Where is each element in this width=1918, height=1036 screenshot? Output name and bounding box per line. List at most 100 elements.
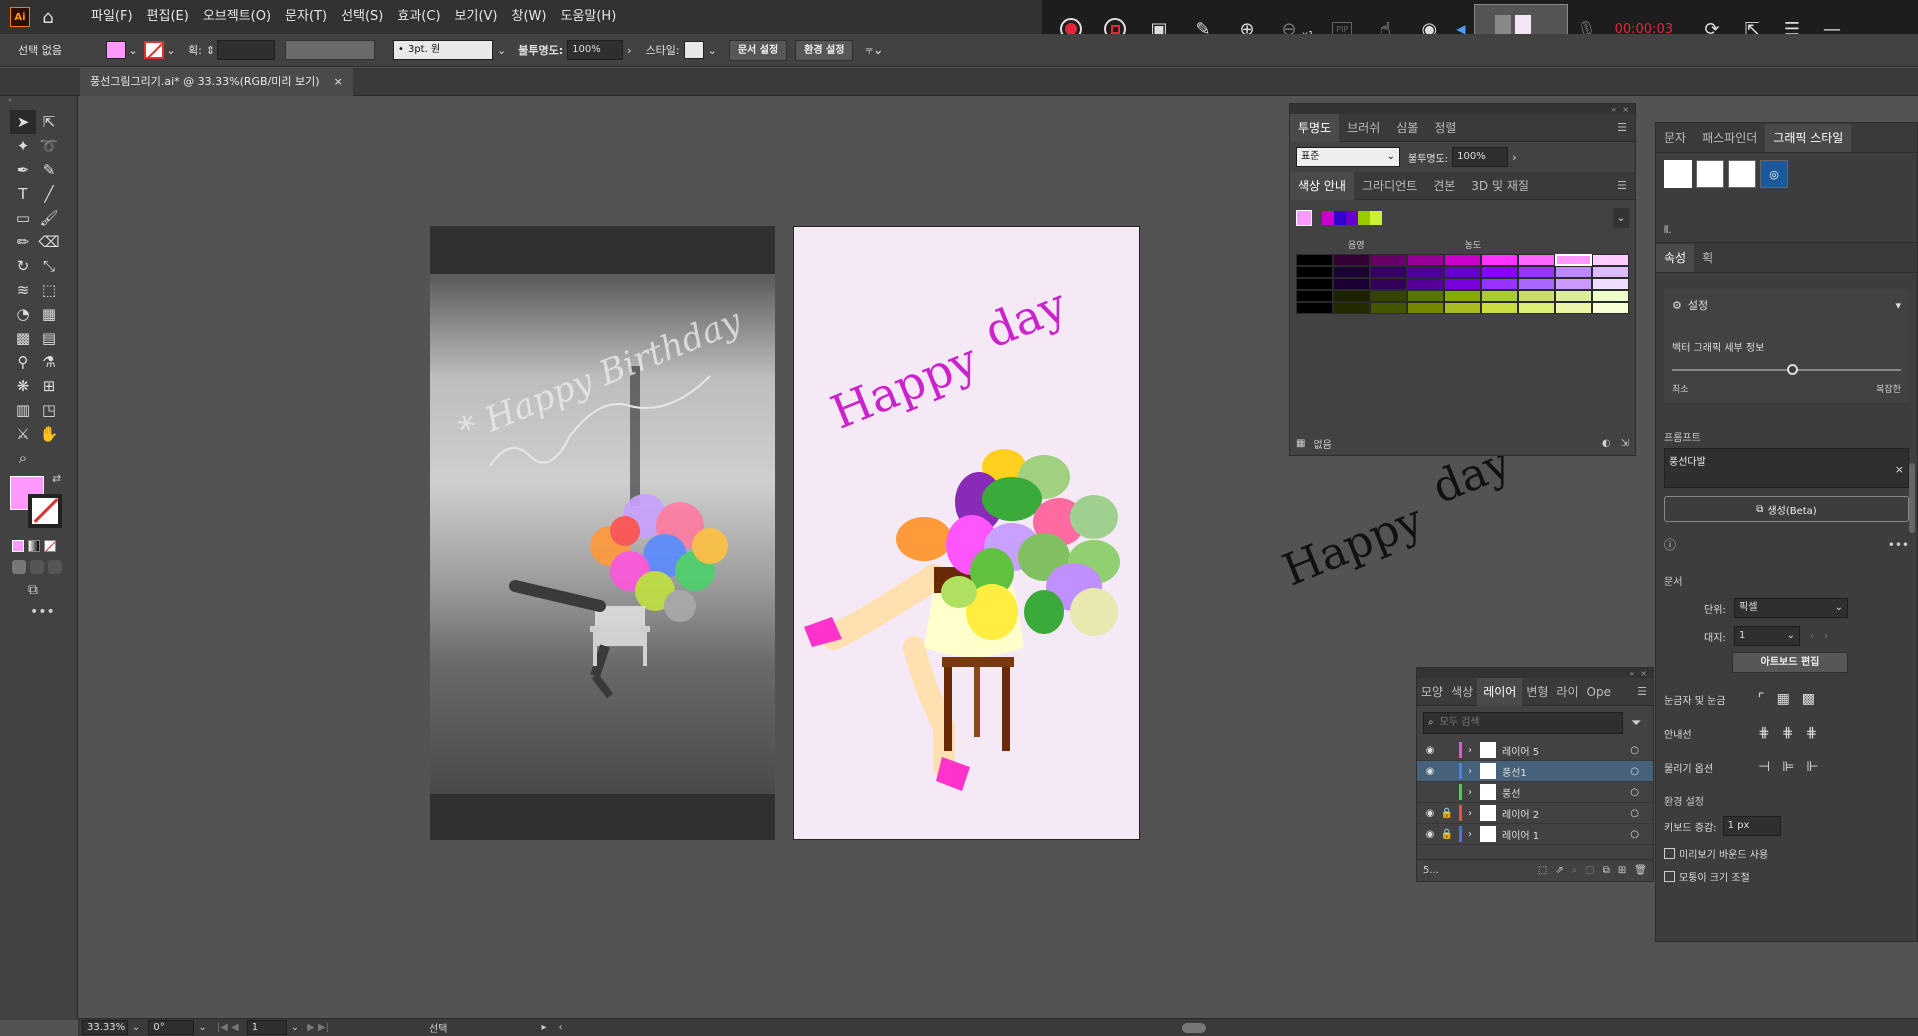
color-swatch[interactable] [1296,278,1333,290]
tab-layers[interactable]: 레이어 [1477,677,1523,706]
tab-transform[interactable]: 변형 [1522,678,1552,706]
smart-guides-icon[interactable]: ⋕ [1782,725,1794,741]
type-tool-icon[interactable]: T [10,182,36,206]
first-artboard-icon[interactable]: |◀ ◀ [217,1022,239,1033]
visibility-eye-icon[interactable]: ◉ [1421,829,1439,840]
snap-pixel-icon[interactable]: ⊫ [1782,759,1794,775]
clip-mask-icon[interactable]: ▢ [1585,865,1594,876]
blend-mode-dropdown[interactable]: 표준 ⌄ [1296,147,1400,167]
color-swatch[interactable] [1370,290,1407,302]
close-icon[interactable]: × [334,68,343,96]
layer-name[interactable]: 레이어 5 [1502,743,1539,758]
panel-menu-icon[interactable]: ☰ [1637,685,1647,698]
opacity-field[interactable]: 100% [567,40,624,60]
draw-behind-icon[interactable] [30,560,44,574]
next-artboard-icon[interactable]: ▶ ▶| [307,1022,329,1033]
scale-corners-checkbox[interactable] [1664,871,1675,882]
expand-chevron-icon[interactable]: › [1468,766,1472,777]
gradient-tool-icon[interactable]: ▤ [36,326,62,350]
graph-tool-icon[interactable]: ▥ [10,398,36,422]
menu-window[interactable]: 창(W) [505,0,554,34]
fill-swatch[interactable] [106,41,126,59]
style-default-swatch[interactable] [1664,160,1692,188]
color-swatch[interactable] [1481,254,1518,266]
chevron-right-icon[interactable]: › [627,44,631,57]
color-swatch[interactable] [1370,266,1407,278]
color-swatch[interactable] [1407,290,1444,302]
keyboard-increment-field[interactable]: 1 px [1722,816,1781,836]
line-tool-icon[interactable]: ╱ [36,182,62,206]
expand-chevron-icon[interactable]: › [1468,808,1472,819]
menu-type[interactable]: 문자(T) [278,0,334,34]
color-swatch[interactable] [1296,266,1333,278]
color-swatch[interactable] [1518,278,1555,290]
photo-artboard[interactable]: * Happy Birthday [430,226,775,840]
filter-icon[interactable]: ⏷ [1631,716,1641,731]
home-icon[interactable]: ⌂ [36,7,60,28]
curvature-tool-icon[interactable]: ✎ [36,158,62,182]
expand-chevron-icon[interactable]: › [1468,829,1472,840]
snap-point-icon[interactable]: ⊣ [1758,759,1770,775]
stroke-swatch[interactable] [144,41,164,59]
export-icon[interactable]: ⇗ [1555,865,1563,876]
chevron-down-icon[interactable]: ⌄ [497,44,506,57]
color-swatch[interactable] [1333,278,1370,290]
color-swatch[interactable] [1592,254,1629,266]
rotation-field[interactable]: 0° [148,1020,195,1035]
lasso-icon[interactable]: ➰ [36,134,62,158]
info-icon[interactable]: ⓘ [1664,536,1676,553]
tab-character[interactable]: 문자 [1656,124,1694,152]
color-swatch[interactable] [1518,254,1555,266]
preview-bounds-checkbox[interactable] [1664,848,1675,859]
color-swatch[interactable] [1333,290,1370,302]
free-transform-icon[interactable]: ⬚ [36,278,62,302]
draw-normal-icon[interactable] [12,560,26,574]
collapse-icon[interactable]: « [1629,669,1634,678]
warp-tool-icon[interactable]: ≋ [10,278,36,302]
color-swatch[interactable] [1407,278,1444,290]
menu-file[interactable]: 파일(F) [84,0,140,34]
screen-mode-icon[interactable]: ⧉ [28,582,77,598]
draw-inside-icon[interactable] [48,560,62,574]
grid-icon[interactable]: ▦ [1777,691,1790,707]
properties-scrollbar[interactable] [1909,463,1915,533]
color-swatch[interactable] [1333,266,1370,278]
locate-icon[interactable]: ⌕ [1572,865,1578,876]
expand-chevron-icon[interactable]: › [1468,745,1472,756]
chevron-down-icon[interactable]: ⌄ [132,1022,140,1033]
artboard-nav-field[interactable]: 1 [246,1020,287,1035]
selection-tool-icon[interactable]: ➤ [10,110,36,134]
layers-search-input[interactable]: ⌕ 모두 검색 [1423,712,1623,734]
tab-align[interactable]: 정렬 [1426,114,1464,142]
harmony-color-swatch[interactable] [1334,211,1346,225]
collapse-icon[interactable]: « [1611,105,1616,114]
harmony-color-swatch[interactable] [1346,211,1358,225]
happy-text-floating[interactable]: Happy [1276,495,1430,597]
tab-gradient[interactable]: 그라디언트 [1354,172,1425,200]
document-setup-button[interactable]: 문서 설정 [728,39,788,61]
color-swatch[interactable] [1555,290,1592,302]
color-swatch[interactable] [1444,278,1481,290]
color-swatch[interactable] [1370,278,1407,290]
opacity-label[interactable]: 불투명도: [518,42,563,58]
color-swatch[interactable] [1481,302,1518,314]
none-mode-icon[interactable] [44,540,56,552]
stepper-icon[interactable]: ⇕ [206,44,215,57]
lock-guides-icon[interactable]: ⋕ [1805,725,1817,741]
knife-tool-icon[interactable]: ⚔ [10,422,36,446]
brush-dropdown[interactable]: • 3pt. 원 [393,40,494,60]
harmony-color-swatch[interactable] [1370,211,1382,225]
base-color-swatch[interactable] [1296,210,1312,226]
prev-artboard-icon[interactable]: ‹ [1810,631,1814,642]
tab-libraries[interactable]: 라이 [1552,678,1582,706]
layer-row[interactable]: ◉ › 풍선1 ○ [1417,761,1653,782]
color-swatch[interactable] [1518,266,1555,278]
color-swatch[interactable] [1370,302,1407,314]
layer-name[interactable]: 레이어 1 [1502,827,1539,842]
status-menu-icon[interactable]: ▸ [541,1022,546,1033]
color-swatch[interactable] [1444,266,1481,278]
chevron-right-icon[interactable]: › [1512,151,1516,164]
vector-artboard[interactable]: Happy day [793,226,1140,840]
target-circle-icon[interactable]: ○ [1630,766,1639,777]
chevron-down-icon[interactable]: ⌄ [291,1022,299,1033]
